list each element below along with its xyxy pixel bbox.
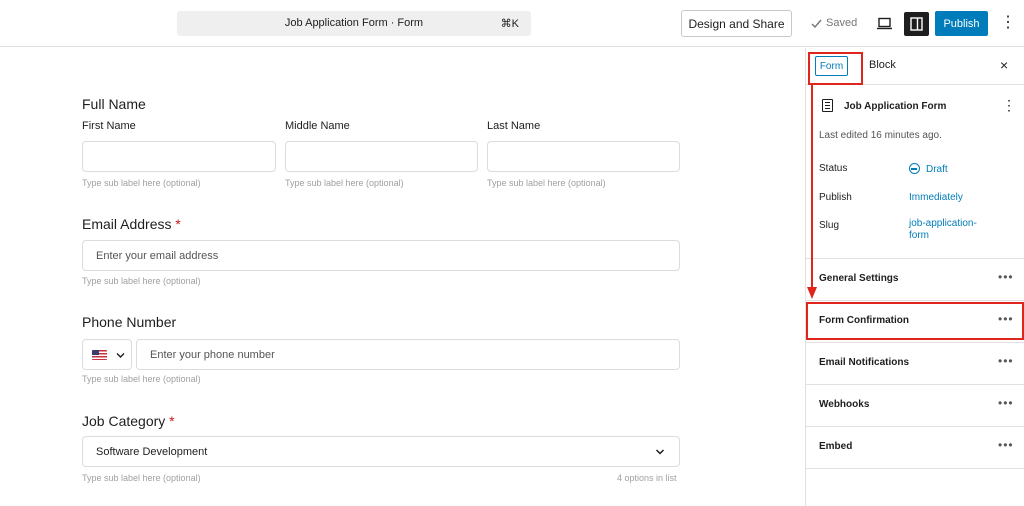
last-name-input[interactable] (487, 141, 680, 172)
sidebar-tabs: Form Block × (806, 48, 1024, 85)
first-name-input[interactable] (82, 141, 276, 172)
design-and-share-button[interactable]: Design and Share (681, 10, 792, 37)
form-summary-panel: Job Application Form ⋮ Last edited 16 mi… (806, 85, 1024, 259)
command-title: Job Application Form · Form (284, 17, 424, 29)
document-icon (822, 99, 833, 112)
more-icon[interactable]: ••• (998, 270, 1014, 284)
middle-name-input[interactable] (285, 141, 478, 172)
chevron-down-icon (655, 449, 665, 455)
country-code-select[interactable] (82, 339, 132, 370)
job-category-label: Job Category * (82, 413, 175, 429)
slug-line-1: job-application- (909, 218, 977, 229)
form-options-icon[interactable]: ⋮ (1002, 97, 1016, 114)
email-placeholder: Enter your email address (96, 250, 219, 262)
email-input[interactable]: Enter your email address (82, 240, 680, 271)
phone-sublabel[interactable]: Type sub label here (optional) (82, 374, 201, 384)
section-embed[interactable]: Embed ••• (806, 427, 1024, 469)
sidebar-icon (910, 17, 923, 31)
job-category-value: Software Development (96, 446, 208, 458)
full-name-label: Full Name (82, 96, 146, 112)
section-label: Email Notifications (819, 357, 910, 368)
email-label-text: Email Address (82, 216, 172, 232)
section-email-notifications[interactable]: Email Notifications ••• (806, 343, 1024, 385)
form-title: Job Application Form (844, 101, 947, 112)
saved-label: Saved (826, 17, 858, 29)
job-category-label-text: Job Category (82, 413, 166, 429)
desktop-preview-icon[interactable] (876, 15, 893, 32)
first-name-sublabel[interactable]: Type sub label here (optional) (82, 178, 201, 188)
last-edited-text: Last edited 16 minutes ago. (819, 130, 942, 141)
phone-placeholder: Enter your phone number (150, 349, 275, 361)
slug-line-2: form (909, 230, 929, 241)
section-label: General Settings (819, 273, 899, 284)
more-icon[interactable]: ••• (998, 354, 1014, 368)
more-icon[interactable]: ••• (998, 438, 1014, 452)
section-webhooks[interactable]: Webhooks ••• (806, 385, 1024, 427)
middle-name-label: Middle Name (285, 120, 350, 132)
status-value-text: Draft (926, 164, 948, 175)
email-sublabel[interactable]: Type sub label here (optional) (82, 276, 201, 286)
us-flag-icon (92, 350, 107, 360)
publish-label: Publish (819, 192, 852, 203)
command-palette-button[interactable]: Job Application Form · Form ⌘K (177, 11, 531, 36)
draft-status-icon (909, 163, 920, 174)
saved-status: Saved (811, 17, 857, 29)
section-label: Webhooks (819, 399, 870, 410)
last-name-sublabel[interactable]: Type sub label here (optional) (487, 178, 606, 188)
top-toolbar: Job Application Form · Form ⌘K Design an… (0, 0, 1024, 47)
status-label: Status (819, 163, 848, 174)
required-marker: * (169, 413, 175, 429)
required-marker: * (175, 216, 181, 232)
more-icon[interactable]: ••• (998, 396, 1014, 410)
section-general-settings[interactable]: General Settings ••• (806, 259, 1024, 301)
close-icon[interactable]: × (1000, 57, 1008, 73)
highlight-box-form-tab (808, 52, 863, 85)
check-icon (811, 19, 822, 28)
slug-value[interactable]: job-application-form (909, 218, 977, 242)
section-label: Embed (819, 441, 853, 452)
job-category-select[interactable]: Software Development (82, 436, 680, 467)
publish-button[interactable]: Publish (935, 11, 988, 36)
status-value[interactable]: Draft (909, 163, 948, 176)
command-shortcut: ⌘K (500, 18, 519, 30)
settings-sidebar: Form Block × Job Application Form ⋮ Last… (805, 48, 1024, 506)
phone-input[interactable]: Enter your phone number (136, 339, 680, 370)
slug-label: Slug (819, 220, 840, 231)
chevron-down-icon (116, 353, 125, 358)
last-name-label: Last Name (487, 120, 541, 132)
highlight-box-form-confirmation (806, 302, 1024, 340)
first-name-label: First Name (82, 120, 136, 132)
tab-block[interactable]: Block (869, 59, 896, 71)
options-count: 4 options in list (617, 473, 677, 483)
job-category-sublabel[interactable]: Type sub label here (optional) (82, 473, 201, 483)
settings-panel-toggle[interactable] (904, 12, 929, 36)
email-label: Email Address * (82, 216, 181, 232)
middle-name-sublabel[interactable]: Type sub label here (optional) (285, 178, 404, 188)
publish-value[interactable]: Immediately (909, 192, 963, 204)
phone-label: Phone Number (82, 314, 177, 330)
options-menu-icon[interactable]: ⋮ (1000, 14, 1016, 34)
